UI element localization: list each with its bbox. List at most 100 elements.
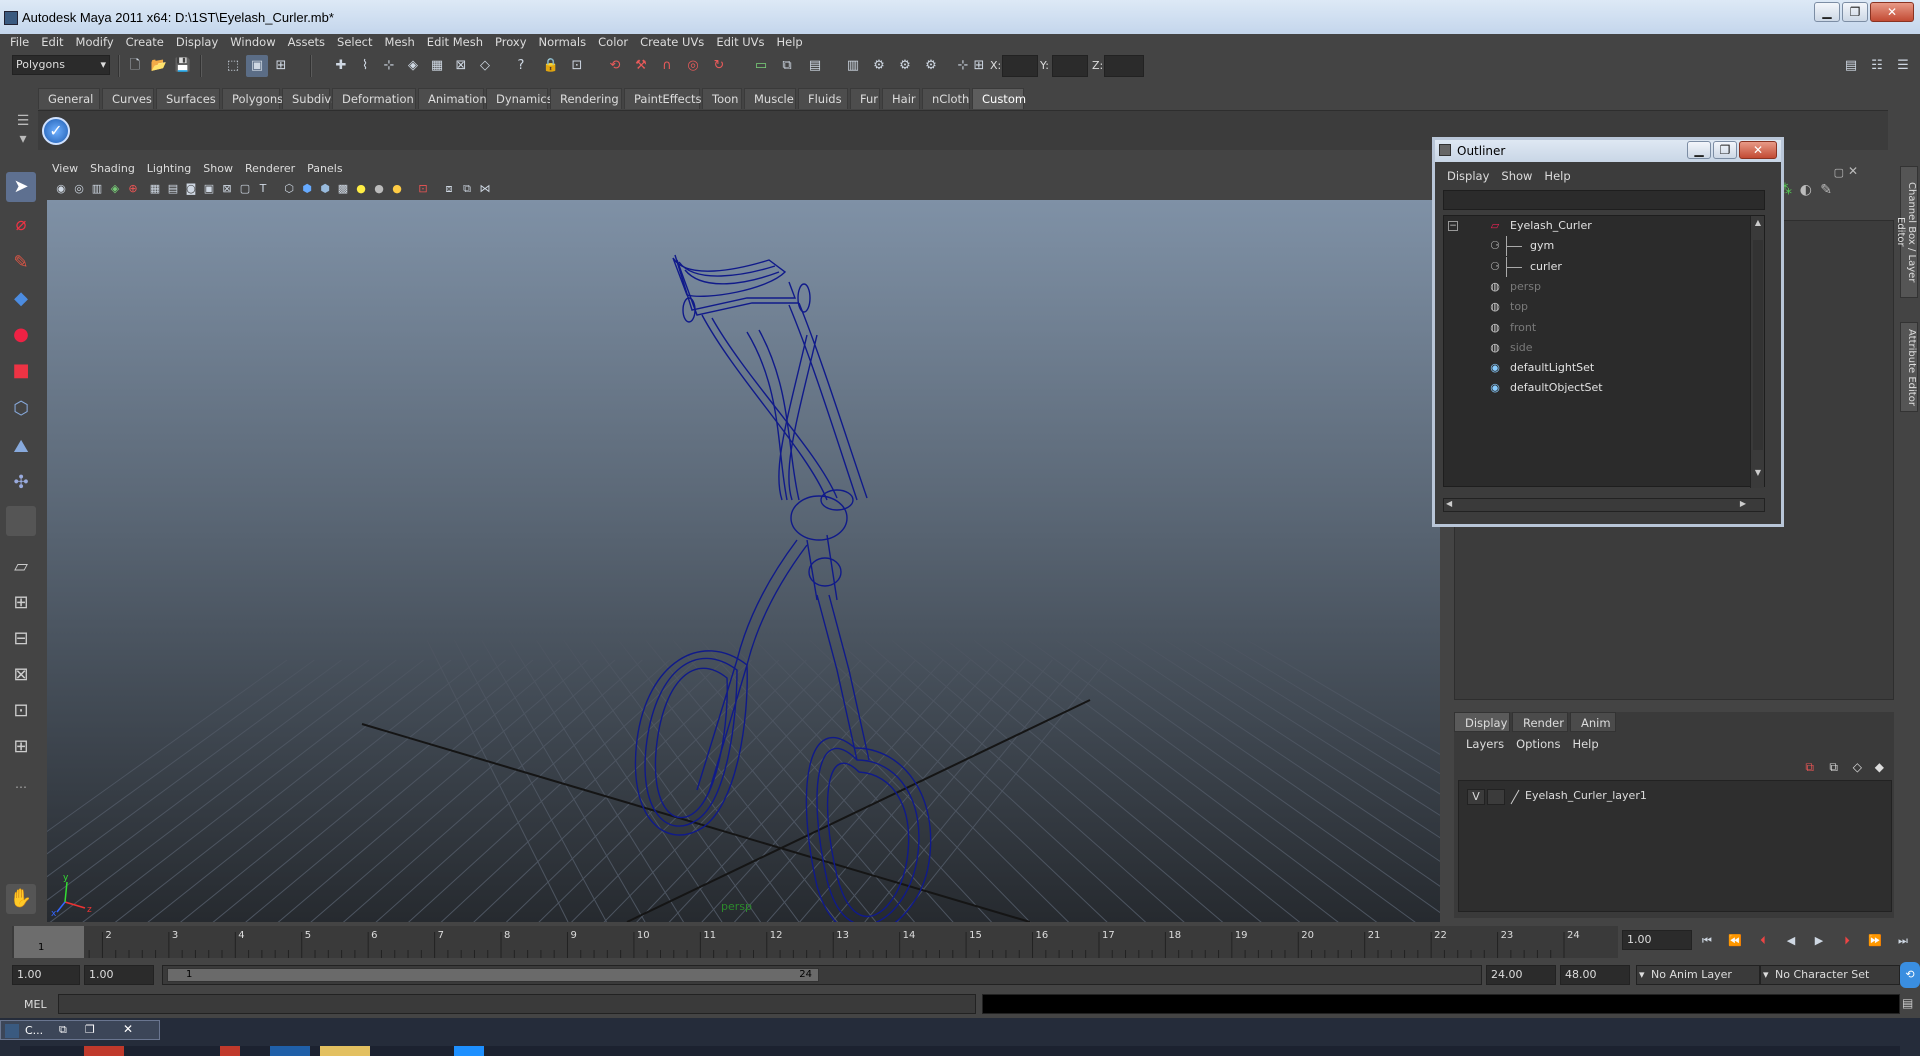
taskbar-maya-window[interactable]: C... ⧉ ❐ ✕ bbox=[0, 1020, 160, 1040]
task-close-icon[interactable]: ✕ bbox=[123, 1022, 133, 1036]
collapse-toggle-icon[interactable]: − bbox=[1448, 221, 1458, 231]
maximize-button[interactable]: ❐ bbox=[1842, 2, 1868, 22]
outliner-row-persp[interactable]: ◍ persp bbox=[1444, 277, 1744, 297]
layer-menu-layers[interactable]: Layers bbox=[1460, 736, 1510, 753]
select-hierarchy-icon[interactable]: ⬚ bbox=[222, 55, 244, 77]
outliner-row-side[interactable]: ◍ side bbox=[1444, 338, 1744, 358]
menu-create-uvs[interactable]: Create UVs bbox=[634, 34, 710, 51]
outliner-row-curler[interactable]: ⚆ curler bbox=[1444, 256, 1744, 277]
channel-box-side-tab[interactable]: Channel Box / Layer Editor bbox=[1895, 166, 1918, 298]
outliner-row-top[interactable]: ◍ top bbox=[1444, 297, 1744, 317]
outliner-filter-field[interactable] bbox=[1443, 190, 1765, 210]
outliner-maximize-button[interactable]: ❐ bbox=[1713, 141, 1737, 159]
task-maximize-icon[interactable]: ❐ bbox=[85, 1023, 95, 1036]
shelf-tab-curves[interactable]: Curves bbox=[102, 88, 154, 109]
toggle-attribute-editor-icon[interactable]: ▤ bbox=[1840, 55, 1862, 77]
ipr-render-icon[interactable]: ↻ bbox=[708, 55, 730, 77]
shelf-tab-muscle[interactable]: Muscle bbox=[744, 88, 796, 109]
layer-color-swatch[interactable] bbox=[1509, 789, 1521, 805]
single-view-layout-icon[interactable]: ▱ bbox=[6, 552, 36, 582]
menu-modify[interactable]: Modify bbox=[70, 34, 120, 51]
shelf-tab-fluids[interactable]: Fluids bbox=[798, 88, 848, 109]
menu-proxy[interactable]: Proxy bbox=[489, 34, 533, 51]
attribute-editor-icon[interactable]: ▥ bbox=[842, 55, 864, 77]
menu-select[interactable]: Select bbox=[331, 34, 378, 51]
channel-box-icon[interactable]: ⚙ bbox=[894, 55, 916, 77]
outliner-row-gym[interactable]: ⚆ gym bbox=[1444, 236, 1744, 257]
anim-layer-dropdown[interactable]: ▾ No Anim Layer bbox=[1636, 965, 1760, 985]
soft-mod-tool-icon[interactable]: ⛰ bbox=[6, 432, 36, 462]
hypershade-icon[interactable]: ⧉ bbox=[776, 55, 798, 77]
menu-set-dropdown[interactable]: Polygons ▾ bbox=[12, 55, 110, 75]
outliner-row-eyelash-curler[interactable]: − ▱ Eyelash_Curler bbox=[1444, 216, 1744, 236]
open-scene-icon[interactable]: 📂 bbox=[148, 55, 170, 77]
new-layer-selected-icon[interactable]: ⧉ bbox=[1805, 760, 1814, 775]
play-backwards-icon[interactable]: ◀ bbox=[1780, 930, 1802, 952]
viewport-menu-panels[interactable]: Panels bbox=[301, 160, 348, 177]
layer-tab-anim[interactable]: Anim bbox=[1570, 712, 1616, 732]
menu-normals[interactable]: Normals bbox=[533, 34, 593, 51]
menu-color[interactable]: Color bbox=[592, 34, 634, 51]
layer-type-toggle[interactable] bbox=[1487, 789, 1505, 805]
x-input[interactable] bbox=[1002, 55, 1038, 77]
auto-key-icon[interactable]: ⟲ bbox=[1900, 962, 1920, 988]
minimize-button[interactable]: ▁ bbox=[1814, 2, 1840, 22]
tool-settings-icon[interactable]: ⚙ bbox=[868, 55, 890, 77]
outliner-horizontal-scrollbar[interactable]: ◀ ▶ bbox=[1443, 498, 1765, 512]
four-view-layout-icon[interactable]: ⊞ bbox=[6, 588, 36, 618]
photoshop-task-icon[interactable] bbox=[270, 1046, 310, 1056]
close-button[interactable]: ✕ bbox=[1870, 2, 1914, 22]
scroll-up-icon[interactable]: ▲ bbox=[1753, 218, 1763, 228]
new-scene-icon[interactable]: 🗋 bbox=[124, 55, 146, 77]
time-slider[interactable]: 123456789101112131415161718192021222324 … bbox=[12, 926, 1618, 958]
outliner-menu-show[interactable]: Show bbox=[1495, 168, 1538, 185]
layer-row[interactable]: V Eyelash_Curler_layer1 bbox=[1459, 787, 1891, 807]
menu-file[interactable]: File bbox=[4, 34, 35, 51]
graph-layout-icon[interactable]: ⊠ bbox=[6, 660, 36, 690]
acrobat-task-icon[interactable] bbox=[220, 1046, 240, 1056]
attribute-editor-side-tab[interactable]: Attribute Editor bbox=[1900, 322, 1918, 412]
range-bar[interactable]: 1 24 bbox=[167, 968, 819, 982]
outliner-row-defaultobjectset[interactable]: ◉ defaultObjectSet bbox=[1444, 378, 1744, 398]
go-to-end-icon[interactable]: ⏭ bbox=[1892, 930, 1914, 952]
last-tool-icon[interactable]: ✣ bbox=[6, 468, 36, 498]
save-scene-icon[interactable]: 💾 bbox=[172, 55, 194, 77]
scroll-left-icon[interactable]: ◀ bbox=[1446, 499, 1452, 508]
menu-window[interactable]: Window bbox=[224, 34, 281, 51]
y-input[interactable] bbox=[1052, 55, 1088, 77]
layer-tab-display[interactable]: Display bbox=[1454, 712, 1510, 732]
new-layer-icon[interactable]: ⧉ bbox=[1829, 760, 1838, 775]
render-settings-icon[interactable]: ▭ bbox=[750, 55, 772, 77]
step-back-key-icon[interactable]: ⏪ bbox=[1724, 930, 1746, 952]
perspective-viewport[interactable]: z y x persp bbox=[47, 200, 1440, 922]
viewport-menu-show[interactable]: Show bbox=[197, 160, 239, 177]
layer-menu-options[interactable]: Options bbox=[1510, 736, 1566, 753]
outliner-close-button[interactable]: ✕ bbox=[1739, 141, 1777, 159]
task-restore-icon[interactable]: ⧉ bbox=[59, 1023, 67, 1037]
snap-curve-icon[interactable]: ⌇ bbox=[354, 55, 376, 77]
menu-display[interactable]: Display bbox=[170, 34, 224, 51]
outliner-minimize-button[interactable]: ▁ bbox=[1687, 141, 1711, 159]
two-d-pan-icon[interactable]: ⊕ bbox=[122, 178, 144, 200]
menu-create[interactable]: Create bbox=[120, 34, 170, 51]
snap-grid-icon[interactable]: ✚ bbox=[330, 55, 352, 77]
empty-tool-slot[interactable] bbox=[6, 506, 36, 536]
layer-menu-help[interactable]: Help bbox=[1566, 736, 1604, 753]
scroll-right-icon[interactable]: ▶ bbox=[1740, 499, 1746, 508]
shelf-tab-rendering[interactable]: Rendering bbox=[550, 88, 622, 109]
menu-help[interactable]: Help bbox=[771, 34, 809, 51]
scale-tool-icon[interactable]: ■ bbox=[6, 356, 36, 386]
move-up-layer-icon[interactable]: ◇ bbox=[1853, 760, 1862, 774]
panel-tool-icon[interactable]: ✎ bbox=[1820, 182, 1832, 198]
shelf-tab-dynamics[interactable]: Dynamics bbox=[486, 88, 553, 109]
outliner-vertical-scrollbar[interactable]: ▲ ▼ bbox=[1750, 216, 1764, 488]
shelf-tab-painteffects[interactable]: PaintEffects bbox=[624, 88, 702, 109]
outliner-row-front[interactable]: ◍ front bbox=[1444, 318, 1744, 338]
step-forward-frame-icon[interactable]: ⏵ bbox=[1836, 930, 1858, 952]
range-track[interactable]: 1 24 bbox=[162, 965, 1482, 985]
command-language-label[interactable]: MEL bbox=[24, 998, 47, 1011]
explorer-task-icon[interactable] bbox=[320, 1046, 370, 1056]
panel-close-icon[interactable]: ✕ bbox=[1848, 164, 1858, 178]
animation-end-field[interactable]: 48.00 bbox=[1560, 965, 1630, 985]
step-forward-key-icon[interactable]: ⏩ bbox=[1864, 930, 1886, 952]
